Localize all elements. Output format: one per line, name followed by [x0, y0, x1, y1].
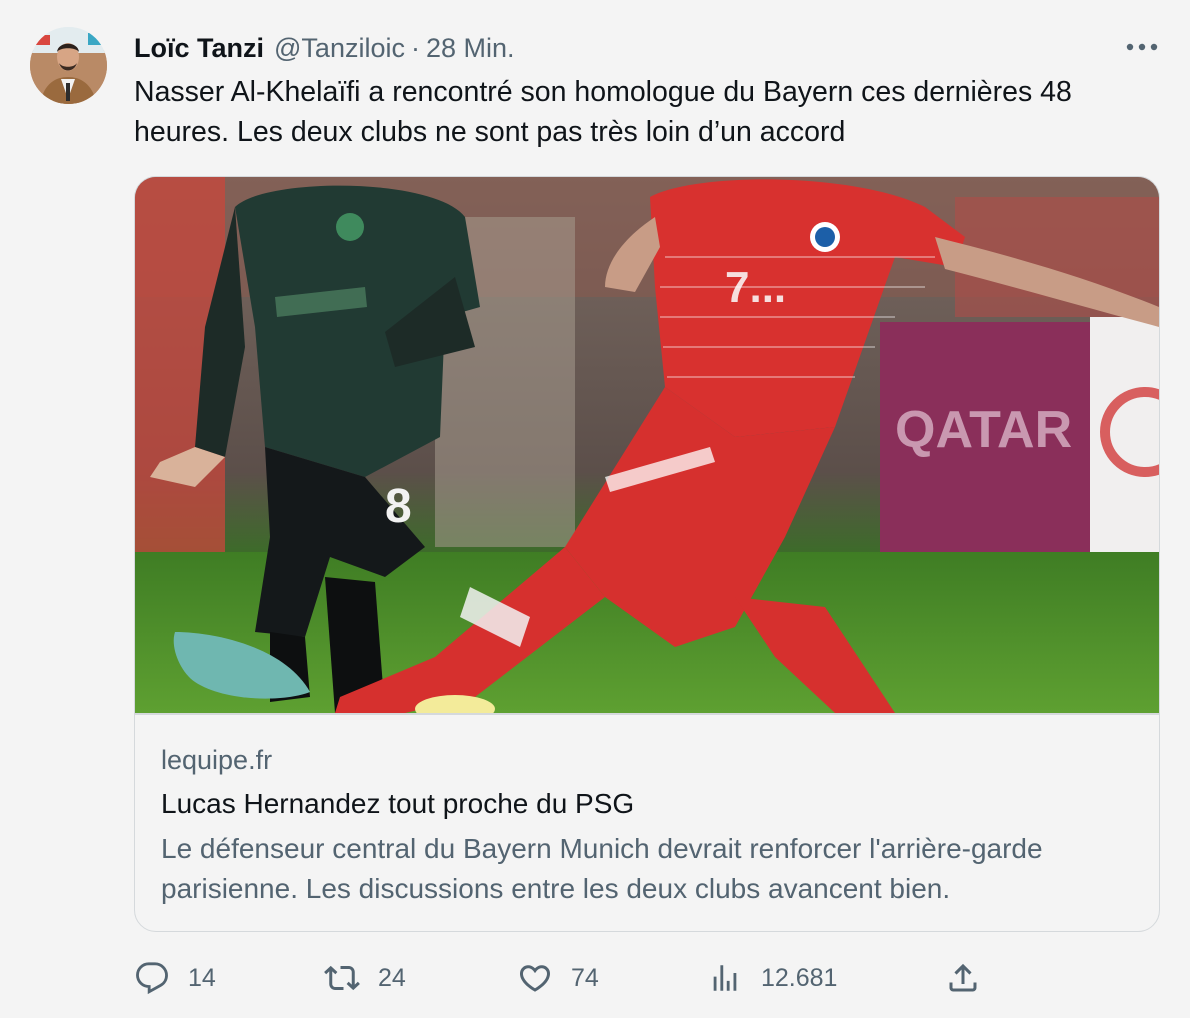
- card-domain: lequipe.fr: [161, 745, 273, 775]
- tweet-timestamp[interactable]: 28 Min.: [426, 30, 515, 66]
- like-button[interactable]: 74: [515, 955, 599, 1001]
- reply-count: 14: [188, 963, 216, 992]
- tweet-text: Nasser Al-Khelaïfi a rencontré son homol…: [134, 76, 1072, 148]
- link-card[interactable]: QATAR 8 7... lequipe.fr Lucas Hernandez …: [134, 176, 1160, 932]
- svg-text:QATAR: QATAR: [895, 401, 1072, 459]
- tweet[interactable]: Loïc Tanzi @Tanziloic · 28 Min. Nasser A…: [0, 0, 1190, 1018]
- separator-dot: ·: [410, 33, 420, 63]
- retweet-icon: [322, 958, 362, 998]
- retweet-button[interactable]: 24: [322, 955, 406, 1001]
- tweet-actions: 14 24 74 12.681: [0, 955, 1190, 1001]
- author-handle[interactable]: @Tanziloic: [274, 30, 405, 66]
- views-chart-icon: [705, 958, 745, 998]
- like-count: 74: [571, 963, 599, 992]
- heart-icon: [515, 958, 555, 998]
- retweet-count: 24: [378, 963, 406, 992]
- avatar[interactable]: [30, 27, 107, 104]
- share-button[interactable]: [943, 955, 983, 1001]
- author-name[interactable]: Loïc Tanzi: [134, 30, 264, 66]
- svg-text:8: 8: [385, 480, 412, 533]
- reply-icon: [132, 958, 172, 998]
- tweet-header: Loïc Tanzi @Tanziloic · 28 Min.: [134, 30, 515, 66]
- card-image[interactable]: QATAR 8 7...: [135, 177, 1159, 713]
- views-count: 12.681: [761, 963, 838, 992]
- views-button[interactable]: 12.681: [705, 955, 837, 1001]
- more-dots-icon[interactable]: [1124, 32, 1160, 62]
- card-description: Le défenseur central du Bayern Munich de…: [161, 833, 1043, 904]
- card-title[interactable]: Lucas Hernandez tout proche du PSG: [161, 786, 634, 822]
- reply-button[interactable]: 14: [132, 955, 216, 1001]
- share-icon: [943, 958, 983, 998]
- card-divider: [135, 713, 1159, 715]
